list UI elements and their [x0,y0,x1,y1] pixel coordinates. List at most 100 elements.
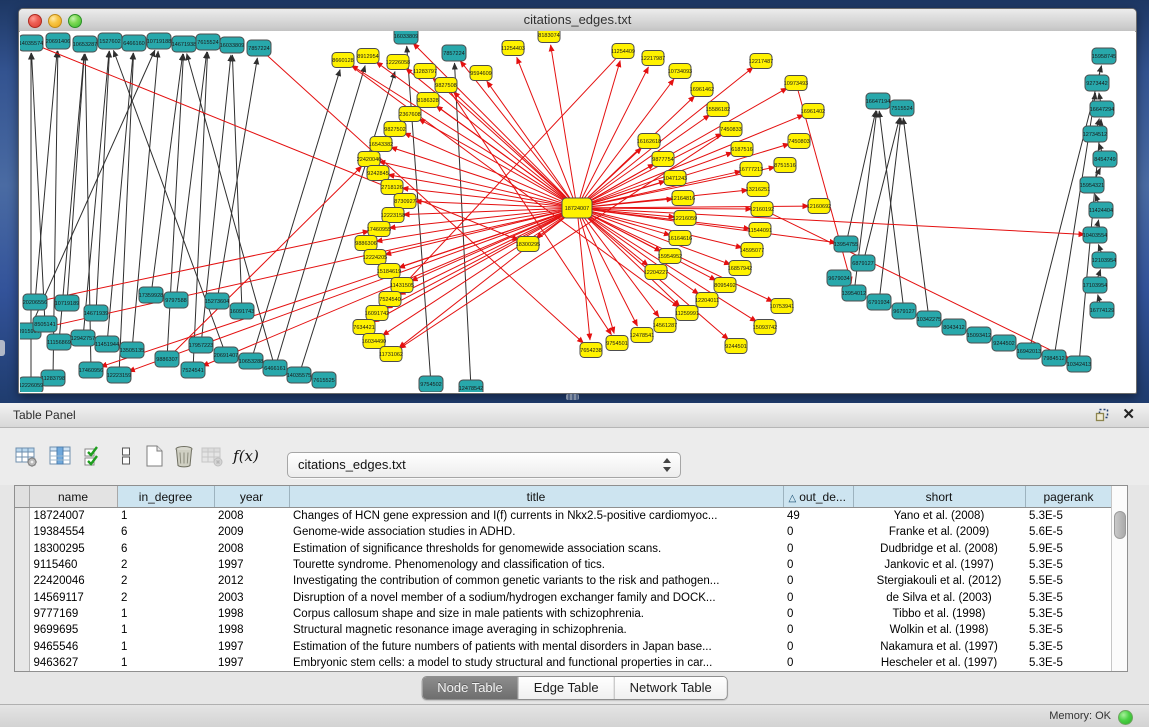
graph-node[interactable]: 12223158 [381,208,405,223]
table-row[interactable]: 946554611997Estimation of the future num… [15,638,1112,654]
graph-node[interactable]: 1527602 [98,33,122,49]
graph-node[interactable]: 11259991 [675,306,699,321]
graph-node[interactable]: 12226059 [20,377,43,392]
graph-node[interactable]: 14561287 [653,318,677,333]
graph-node[interactable]: 20691406 [46,33,70,49]
table-cell[interactable]: 2008 [214,541,289,557]
table-row[interactable]: 1938455462009Genome-wide association stu… [15,524,1112,540]
graph-node[interactable]: 12734512 [1083,126,1107,142]
graph-node[interactable]: 8912954 [357,49,379,64]
graph-node[interactable]: 10719189 [55,295,79,311]
table-cell[interactable]: de Silva et al. (2003) [853,589,1025,605]
delete-column-button[interactable] [170,440,198,472]
table-cell[interactable]: 2012 [214,573,289,589]
graph-node[interactable]: 11731062 [379,347,403,362]
table-cell[interactable]: 5.3E-5 [1025,606,1112,622]
table-cell[interactable]: 9115460 [29,557,117,573]
graph-node[interactable]: 16857942 [728,261,752,276]
graph-node[interactable]: 16774129 [1090,302,1114,318]
graph-node[interactable]: 7524540 [379,292,401,307]
graph-node[interactable]: 16091742 [365,306,389,321]
graph-node[interactable]: 8751516 [774,158,796,173]
table-cell[interactable]: 5.5E-5 [1025,573,1112,589]
splitter-grip[interactable] [566,394,579,400]
graph-node[interactable]: 12942757 [71,330,95,346]
graph-node[interactable]: 8660128 [332,53,354,68]
graph-node[interactable]: 12204227 [644,265,668,280]
graph-node[interactable]: 16777213 [739,162,763,177]
minimize-window-button[interactable] [48,14,62,28]
table-cell[interactable]: 0 [783,541,853,557]
graph-node[interactable]: 14671939 [84,305,108,321]
table-cell[interactable]: Investigating the contribution of common… [289,573,783,589]
row-height-button[interactable] [112,440,140,472]
graph-node[interactable]: 16942013 [1017,343,1041,359]
table-cell[interactable]: 0 [783,638,853,654]
graph-node[interactable]: 12478541 [630,328,654,343]
graph-node[interactable]: 10342275 [917,311,941,327]
table-cell[interactable]: Tourette syndrome. Phenomenology and cla… [289,557,783,573]
graph-node[interactable]: 10753941 [770,299,794,314]
graph-node[interactable]: 11544091 [748,223,772,238]
table-cell[interactable]: Yano et al. (2008) [853,508,1025,525]
table-cell[interactable]: 1 [117,622,214,638]
graph-node[interactable]: 7524541 [181,362,205,378]
table-cell[interactable]: 1997 [214,557,289,573]
graph-node[interactable]: 12160692 [807,199,831,214]
graph-node[interactable]: 17460955 [367,222,391,237]
table-cell[interactable]: 0 [783,622,853,638]
table-cell[interactable]: 1 [117,638,214,654]
function-builder-button[interactable]: f(x) [232,440,260,472]
graph-node[interactable]: 16647194 [866,93,890,109]
table-cell[interactable]: 9463627 [29,655,117,671]
table-row[interactable]: 2242004622012Investigating the contribut… [15,573,1112,589]
graph-node[interactable]: 10734093 [668,64,692,79]
graph-node[interactable]: 17103954 [1083,277,1107,293]
graph-node[interactable]: 9886307 [155,351,179,367]
table-row[interactable]: 946362711997Embryonic stem cells: a mode… [15,655,1112,671]
table-cell[interactable]: 2003 [214,589,289,605]
table-cell[interactable]: 1 [117,508,214,525]
table-row[interactable]: 911546021997Tourette syndrome. Phenomeno… [15,557,1112,573]
table-cell[interactable]: 2 [117,589,214,605]
graph-node[interactable]: 8730927 [394,194,416,209]
graph-node[interactable]: 20691407 [214,347,238,363]
column-header-title[interactable]: title [289,486,783,508]
graph-node[interactable]: 12223159 [107,367,131,383]
graph-node[interactable]: 12160192 [750,202,774,217]
graph-node[interactable]: 12204011 [695,293,719,308]
table-cell[interactable]: Stergiakouli et al. (2012) [853,573,1025,589]
graph-node[interactable]: 12478542 [459,380,483,392]
graph-node[interactable]: 10403554 [1083,227,1107,243]
graph-node[interactable]: 15093742 [753,320,777,335]
graph-node[interactable]: 16162618 [637,134,661,149]
network-window-titlebar[interactable]: citations_edges.txt [19,9,1136,32]
table-cell[interactable]: Wolkin et al. (1998) [853,622,1025,638]
graph-node[interactable]: 8505141 [33,316,57,332]
graph-node[interactable]: 2367608 [399,107,421,122]
graph-node[interactable]: 11254403 [501,41,525,56]
column-visibility-button[interactable] [46,440,74,472]
graph-node[interactable]: 16543382 [369,137,393,152]
graph-node[interactable]: 11156869 [47,334,71,350]
graph-node[interactable]: 7450803 [788,134,810,149]
column-header-year[interactable]: year [214,486,289,508]
tab-network-table[interactable]: Network Table [615,677,727,699]
table-cell[interactable]: 5.3E-5 [1025,638,1112,654]
graph-node[interactable]: 11254409 [611,44,635,59]
graph-node[interactable]: 14035574 [20,35,43,51]
column-header-pagerank[interactable]: pagerank [1025,486,1112,508]
table-row[interactable]: 969969511998Structural magnetic resonanc… [15,622,1112,638]
table-cell[interactable]: 49 [783,508,853,525]
graph-node[interactable]: 10342413 [1067,356,1091,372]
graph-node[interactable]: 11424404 [1089,202,1113,218]
graph-node[interactable]: 7634421 [353,320,375,335]
table-cell[interactable]: 0 [783,655,853,671]
table-cell[interactable]: Estimation of significance thresholds fo… [289,541,783,557]
graph-node[interactable]: 15273604 [205,293,229,309]
graph-node[interactable]: 7615524 [196,34,220,50]
table-cell[interactable]: 14569117 [29,589,117,605]
graph-node[interactable]: 20206556 [23,294,47,310]
graph-node[interactable]: 15093412 [967,327,991,343]
table-cell[interactable]: 6 [117,541,214,557]
